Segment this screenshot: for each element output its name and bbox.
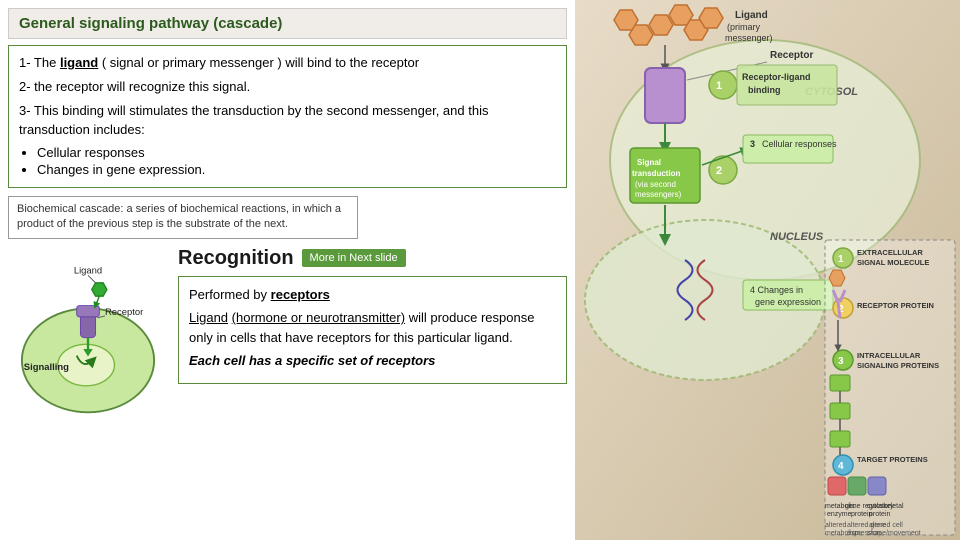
bullet-list: Cellular responses Changes in gene expre… — [37, 145, 556, 177]
recognition-content: Performed by receptors Ligand (hormone o… — [178, 276, 567, 384]
page-title: General signaling pathway (cascade) — [19, 15, 556, 32]
right-panel: Ligand (primary messenger) Receptor CYTO… — [575, 0, 960, 540]
recognition-line3: Each cell has a specific set of receptor… — [189, 351, 556, 371]
svg-text:3: 3 — [750, 139, 755, 149]
svg-text:RECEPTOR PROTEIN: RECEPTOR PROTEIN — [857, 301, 934, 310]
svg-text:Receptor: Receptor — [770, 50, 813, 61]
svg-text:4 Changes in: 4 Changes in — [750, 285, 803, 295]
ligand-diagram: Ligand Receptor Signalling — [8, 247, 168, 407]
bullet-2: Changes in gene expression. — [37, 162, 556, 177]
recognition-line2: Ligand (hormone or neurotransmitter) wil… — [189, 308, 556, 347]
svg-text:altered: altered — [825, 522, 847, 529]
svg-text:messengers): messengers) — [635, 190, 682, 199]
svg-text:INTRACELLULAR: INTRACELLULAR — [857, 351, 921, 360]
svg-text:protein: protein — [869, 511, 891, 518]
svg-text:Signal: Signal — [637, 158, 661, 167]
svg-text:messenger): messenger) — [725, 33, 773, 43]
recognition-line1-pre: Performed by — [189, 287, 271, 302]
point-1-pre: 1- The — [19, 55, 60, 70]
svg-text:2: 2 — [716, 165, 722, 177]
svg-text:altered cell: altered cell — [869, 522, 903, 529]
main-container: General signaling pathway (cascade) 1- T… — [0, 0, 960, 540]
biochem-text: Biochemical cascade: a series of biochem… — [17, 203, 341, 230]
recognition-title: Recognition — [178, 247, 294, 270]
point-1-post: ( signal or primary messenger ) will bin… — [98, 55, 419, 70]
left-panel: General signaling pathway (cascade) 1- T… — [0, 0, 575, 540]
recognition-header: Recognition More in Next slide — [178, 247, 567, 270]
ligand-link: Ligand — [189, 310, 228, 325]
svg-text:Receptor: Receptor — [105, 307, 143, 318]
svg-text:SIGNAL MOLECULE: SIGNAL MOLECULE — [857, 258, 929, 267]
svg-text:gene expression: gene expression — [755, 297, 821, 307]
receptors-word: receptors — [271, 287, 330, 302]
bullet-1: Cellular responses — [37, 145, 556, 160]
point-3-text: 3- This binding will stimulates the tran… — [19, 102, 556, 138]
svg-text:1: 1 — [838, 254, 844, 265]
recognition-area: Recognition More in Next slide Performed… — [178, 247, 567, 384]
svg-text:4: 4 — [838, 461, 844, 472]
ligand-word: ligand — [60, 55, 98, 70]
right-panel-svg: Ligand (primary messenger) Receptor CYTO… — [575, 0, 960, 540]
point-2: 2- the receptor will recognize this sign… — [19, 78, 556, 96]
bottom-section: Ligand Receptor Signalling — [8, 247, 567, 407]
svg-text:cytoskeletal: cytoskeletal — [867, 503, 904, 510]
svg-text:transduction: transduction — [632, 169, 681, 178]
title-box: General signaling pathway (cascade) — [8, 8, 567, 39]
svg-text:enzyme: enzyme — [827, 511, 852, 518]
svg-text:1: 1 — [716, 80, 722, 92]
cell-diagram-svg: Ligand Receptor Signalling — [8, 247, 168, 417]
svg-text:Ligand: Ligand — [735, 10, 768, 21]
svg-text:Receptor-ligand: Receptor-ligand — [742, 72, 811, 82]
content-box: 1- The ligand ( signal or primary messen… — [8, 45, 567, 188]
hormone-neurotrans: (hormone or neurotransmitter) — [232, 310, 405, 325]
svg-text:EXTRACELLULAR: EXTRACELLULAR — [857, 248, 923, 257]
svg-text:NUCLEUS: NUCLEUS — [770, 231, 824, 243]
svg-text:TARGET PROTEINS: TARGET PROTEINS — [857, 455, 928, 464]
svg-text:3: 3 — [838, 356, 844, 367]
biochem-box: Biochemical cascade: a series of biochem… — [8, 196, 358, 239]
svg-text:binding: binding — [748, 85, 781, 95]
svg-text:(via second: (via second — [635, 180, 676, 189]
svg-text:Cellular responses: Cellular responses — [762, 139, 837, 149]
svg-text:Signalling: Signalling — [24, 361, 69, 372]
svg-text:Ligand: Ligand — [74, 265, 102, 276]
more-next-slide-button[interactable]: More in Next slide — [302, 249, 406, 267]
svg-text:shape/movement: shape/movement — [867, 530, 921, 537]
recognition-line1: Performed by receptors — [189, 285, 556, 305]
svg-text:(primary: (primary — [727, 22, 760, 32]
point-1: 1- The ligand ( signal or primary messen… — [19, 54, 556, 72]
svg-text:SIGNALING PROTEINS: SIGNALING PROTEINS — [857, 361, 939, 370]
